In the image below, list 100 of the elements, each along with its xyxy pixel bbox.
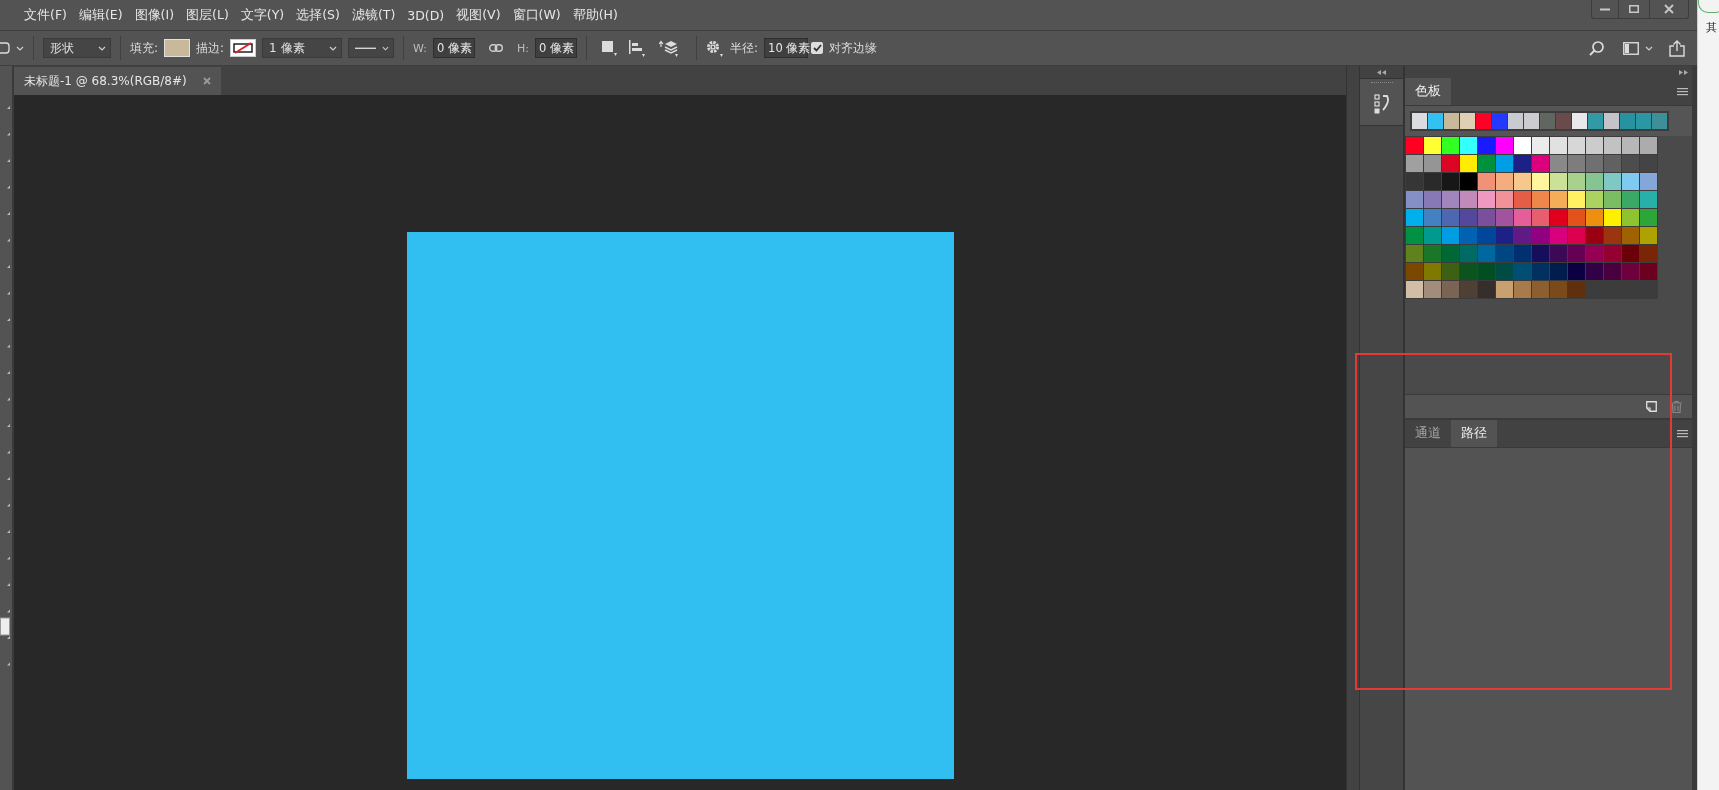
color-swatch[interactable] <box>1568 191 1586 208</box>
fill-swatch[interactable] <box>164 39 191 57</box>
color-swatch[interactable] <box>1514 281 1532 298</box>
color-swatch[interactable] <box>1550 137 1568 154</box>
recent-color-swatch[interactable] <box>1556 113 1572 129</box>
menu-item[interactable]: 视图(V) <box>450 6 507 24</box>
color-swatch[interactable] <box>1604 173 1622 190</box>
color-swatch[interactable] <box>1604 245 1622 262</box>
recent-color-swatch[interactable] <box>1460 113 1476 129</box>
color-swatch[interactable] <box>1442 245 1460 262</box>
menu-item[interactable]: 文件(F) <box>18 6 73 24</box>
color-swatch[interactable] <box>1604 137 1622 154</box>
color-swatch[interactable] <box>1460 155 1478 172</box>
recent-color-swatch[interactable] <box>1428 113 1444 129</box>
path-alignment-icon[interactable] <box>629 39 646 57</box>
color-swatch[interactable] <box>1640 173 1658 190</box>
settings-icon[interactable] <box>706 39 725 57</box>
menu-item[interactable]: 窗口(W) <box>506 6 567 24</box>
color-swatch[interactable] <box>1496 281 1514 298</box>
color-swatch[interactable] <box>1550 263 1568 280</box>
color-swatch[interactable] <box>1622 155 1640 172</box>
color-swatch[interactable] <box>1478 281 1496 298</box>
width-field[interactable]: 0 像素 <box>433 38 476 58</box>
recent-color-swatch[interactable] <box>1412 113 1428 129</box>
stroke-swatch[interactable] <box>230 39 257 57</box>
color-swatch[interactable] <box>1532 227 1550 244</box>
recent-color-swatch[interactable] <box>1444 113 1460 129</box>
color-swatch[interactable] <box>1532 191 1550 208</box>
menu-item[interactable]: 选择(S) <box>290 6 346 24</box>
path-operations-icon[interactable] <box>602 40 618 56</box>
color-swatch[interactable] <box>1604 191 1622 208</box>
recent-color-swatch[interactable] <box>1524 113 1540 129</box>
color-swatch[interactable] <box>1406 173 1424 190</box>
color-swatch[interactable] <box>1460 209 1478 226</box>
color-swatch[interactable] <box>1586 173 1604 190</box>
color-swatch[interactable] <box>1550 227 1568 244</box>
color-swatch[interactable] <box>1550 155 1568 172</box>
menu-item[interactable]: 编辑(E) <box>72 6 129 24</box>
color-swatch[interactable] <box>1550 245 1568 262</box>
color-swatch[interactable] <box>1568 281 1586 298</box>
color-swatch[interactable] <box>1460 227 1478 244</box>
close-icon[interactable] <box>202 77 211 85</box>
color-swatch[interactable] <box>1478 155 1496 172</box>
color-swatch[interactable] <box>1496 173 1514 190</box>
mode-dropdown[interactable]: 形状 <box>43 38 111 58</box>
color-swatch[interactable] <box>1514 209 1532 226</box>
recent-color-swatch[interactable] <box>1620 113 1636 129</box>
color-swatch[interactable] <box>1496 191 1514 208</box>
menu-item[interactable]: 帮助(H) <box>566 6 624 24</box>
recent-color-swatch[interactable] <box>1572 113 1588 129</box>
color-swatch[interactable] <box>1460 173 1478 190</box>
color-swatch[interactable] <box>1604 227 1622 244</box>
collapse-icon[interactable] <box>1377 69 1387 75</box>
color-swatch[interactable] <box>1460 137 1478 154</box>
color-swatch[interactable] <box>1406 137 1424 154</box>
menu-item[interactable]: 滤镜(T) <box>345 6 402 24</box>
color-swatch[interactable] <box>1514 137 1532 154</box>
color-swatch[interactable] <box>1442 173 1460 190</box>
history-icon[interactable] <box>1373 94 1390 116</box>
snap-checkbox[interactable] <box>811 42 824 54</box>
color-swatch[interactable] <box>1550 209 1568 226</box>
color-swatch[interactable] <box>1496 137 1514 154</box>
color-swatch[interactable] <box>1622 263 1640 280</box>
color-swatch[interactable] <box>1424 227 1442 244</box>
color-swatch[interactable] <box>1532 245 1550 262</box>
color-swatch[interactable] <box>1496 263 1514 280</box>
radius-field[interactable]: 10 像素 <box>764 38 809 58</box>
color-swatch[interactable] <box>1622 227 1640 244</box>
color-swatch[interactable] <box>1424 245 1442 262</box>
color-swatch[interactable] <box>1514 227 1532 244</box>
recent-color-swatch[interactable] <box>1540 113 1556 129</box>
color-swatch[interactable] <box>1424 209 1442 226</box>
color-swatch[interactable] <box>1424 191 1442 208</box>
color-swatch[interactable] <box>1442 263 1460 280</box>
stroke-width-dropdown[interactable]: 1 像素 <box>262 38 343 58</box>
color-swatch[interactable] <box>1442 227 1460 244</box>
color-swatch[interactable] <box>1640 191 1658 208</box>
share-icon[interactable] <box>1669 39 1685 57</box>
color-swatch[interactable] <box>1478 227 1496 244</box>
color-swatch[interactable] <box>1622 173 1640 190</box>
color-swatch[interactable] <box>1604 263 1622 280</box>
color-swatch[interactable] <box>1586 263 1604 280</box>
color-swatch[interactable] <box>1514 155 1532 172</box>
color-swatch[interactable] <box>1406 263 1424 280</box>
recent-color-swatch[interactable] <box>1636 113 1652 129</box>
color-swatch[interactable] <box>1568 245 1586 262</box>
color-swatch[interactable] <box>1478 245 1496 262</box>
color-swatch[interactable] <box>1550 173 1568 190</box>
color-swatch[interactable] <box>1478 263 1496 280</box>
color-swatch[interactable] <box>1406 281 1424 298</box>
color-swatch[interactable] <box>1568 227 1586 244</box>
color-swatch[interactable] <box>1640 245 1658 262</box>
color-swatch[interactable] <box>1460 263 1478 280</box>
menu-item[interactable]: 文字(Y) <box>234 6 291 24</box>
menu-item[interactable]: 3D(D) <box>401 7 451 23</box>
color-swatch[interactable] <box>1514 245 1532 262</box>
color-swatch[interactable] <box>1424 137 1442 154</box>
color-swatch[interactable] <box>1406 245 1424 262</box>
color-swatch[interactable] <box>1442 191 1460 208</box>
expand-icon[interactable] <box>1679 69 1688 75</box>
